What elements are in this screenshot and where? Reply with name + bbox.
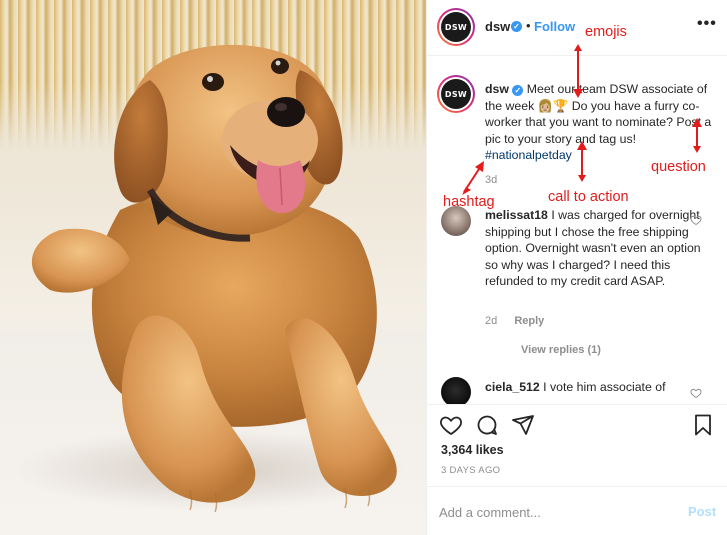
annotation-hashtag: hashtag	[443, 194, 495, 210]
view-replies-button[interactable]: View replies (1)	[521, 344, 601, 356]
comment-timestamp[interactable]: 2d	[485, 315, 497, 327]
caption-author-avatar[interactable]: DSW	[437, 75, 475, 113]
verified-badge-icon: ✓	[511, 21, 522, 32]
golden-retriever-puppy-illustration	[10, 44, 410, 513]
hashtag-link[interactable]: #nationalpetday	[485, 148, 572, 162]
follow-button[interactable]: Follow	[534, 19, 575, 34]
annotation-emojis: emojis	[585, 24, 627, 40]
separator-dot: •	[526, 18, 531, 33]
avatar-logo-text: DSW	[441, 12, 471, 42]
author-avatar[interactable]: DSW	[437, 8, 475, 46]
action-bar: 3,364 likes 3 DAYS AGO	[427, 404, 727, 484]
comment-like-heart-icon[interactable]	[690, 387, 702, 399]
verified-badge-icon: ✓	[512, 85, 524, 96]
caption-emoji-woman: 👩🏼	[537, 98, 553, 113]
comment-like-heart-icon[interactable]	[690, 214, 702, 226]
caption-emoji-trophy: 🏆	[552, 98, 569, 113]
commenter-avatar[interactable]	[441, 206, 471, 236]
commenter-avatar[interactable]	[441, 377, 471, 404]
post-header: DSW dsw ✓ • Follow •••	[427, 0, 727, 56]
bookmark-icon[interactable]	[691, 413, 715, 437]
comment-meta: 2d Reply	[485, 315, 558, 327]
comment-body: ciela_512 I vote him associate of	[485, 379, 705, 396]
post-photo[interactable]	[0, 0, 426, 535]
caption-timestamp[interactable]: 3d	[485, 174, 497, 186]
annotation-question: question	[651, 159, 706, 175]
comment-username[interactable]: ciela_512	[485, 380, 540, 394]
comment-text: I vote him associate of	[543, 380, 666, 394]
post-date[interactable]: 3 DAYS AGO	[441, 465, 500, 476]
add-comment-input[interactable]	[439, 501, 669, 523]
heart-icon[interactable]	[439, 413, 463, 437]
annotation-call-to-action: call to action	[548, 189, 629, 205]
more-options-icon[interactable]: •••	[697, 15, 717, 33]
comments-section[interactable]: DSW dsw ✓ Meet our team DSW associate of…	[427, 57, 727, 404]
add-comment-bar: Post	[427, 486, 727, 535]
likes-count[interactable]: 3,364 likes	[441, 443, 504, 457]
author-username[interactable]: dsw	[485, 19, 510, 34]
post-comment-button[interactable]: Post	[688, 504, 716, 519]
comment-icon[interactable]	[475, 413, 499, 437]
reply-button[interactable]: Reply	[514, 315, 544, 327]
caption-username[interactable]: dsw	[485, 82, 509, 96]
avatar-logo-text: DSW	[441, 79, 471, 109]
post-sidebar: DSW dsw ✓ • Follow ••• DSW dsw ✓ Meet ou…	[426, 0, 727, 535]
comment-body: melissat18 I was charged for overnight s…	[485, 207, 705, 290]
comment-username[interactable]: melissat18	[485, 208, 548, 222]
share-icon[interactable]	[511, 413, 535, 437]
post-caption: dsw ✓ Meet our team DSW associate of the…	[485, 81, 717, 164]
